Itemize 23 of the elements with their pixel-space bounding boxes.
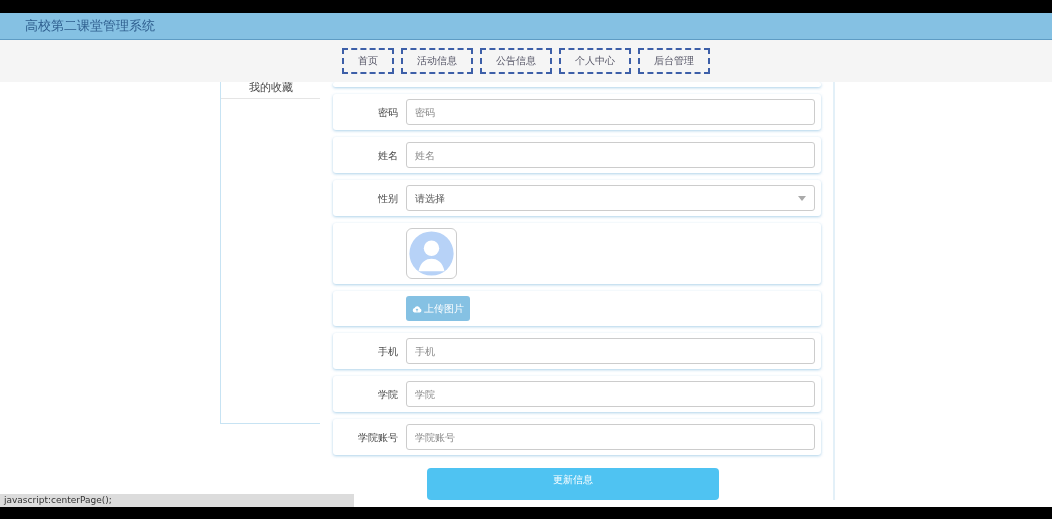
- caret-icon: [798, 195, 806, 201]
- nav-button[interactable]: 后台管理: [638, 48, 710, 74]
- field-label: 姓名: [377, 148, 398, 163]
- input-field[interactable]: 姓名: [406, 142, 815, 168]
- input-field[interactable]: 密码: [406, 99, 815, 125]
- nav-button[interactable]: 活动信息: [401, 48, 473, 74]
- select-field[interactable]: 请选择: [406, 185, 815, 211]
- field-label: 手机: [377, 344, 398, 359]
- input-field[interactable]: 手机: [406, 338, 815, 364]
- nav-button[interactable]: 首页: [342, 48, 394, 74]
- field-label: 学院账号: [357, 430, 398, 445]
- avatar-icon: [406, 228, 457, 279]
- nav-button[interactable]: 个人中心: [559, 48, 631, 74]
- status-text: javascript:centerPage();: [0, 494, 354, 507]
- field-label: 学院: [377, 387, 398, 402]
- nav-button[interactable]: 公告信息: [480, 48, 552, 74]
- cloud-upload-icon: [412, 304, 422, 313]
- sidebar-item[interactable]: 我的收藏: [221, 82, 320, 99]
- site-title: 高校第二课堂管理系统: [25, 17, 155, 36]
- input-field[interactable]: 学院账号: [406, 424, 815, 450]
- field-label: 密码: [377, 105, 398, 120]
- field-label: 性别: [377, 191, 398, 206]
- input-field[interactable]: 学院: [406, 381, 815, 407]
